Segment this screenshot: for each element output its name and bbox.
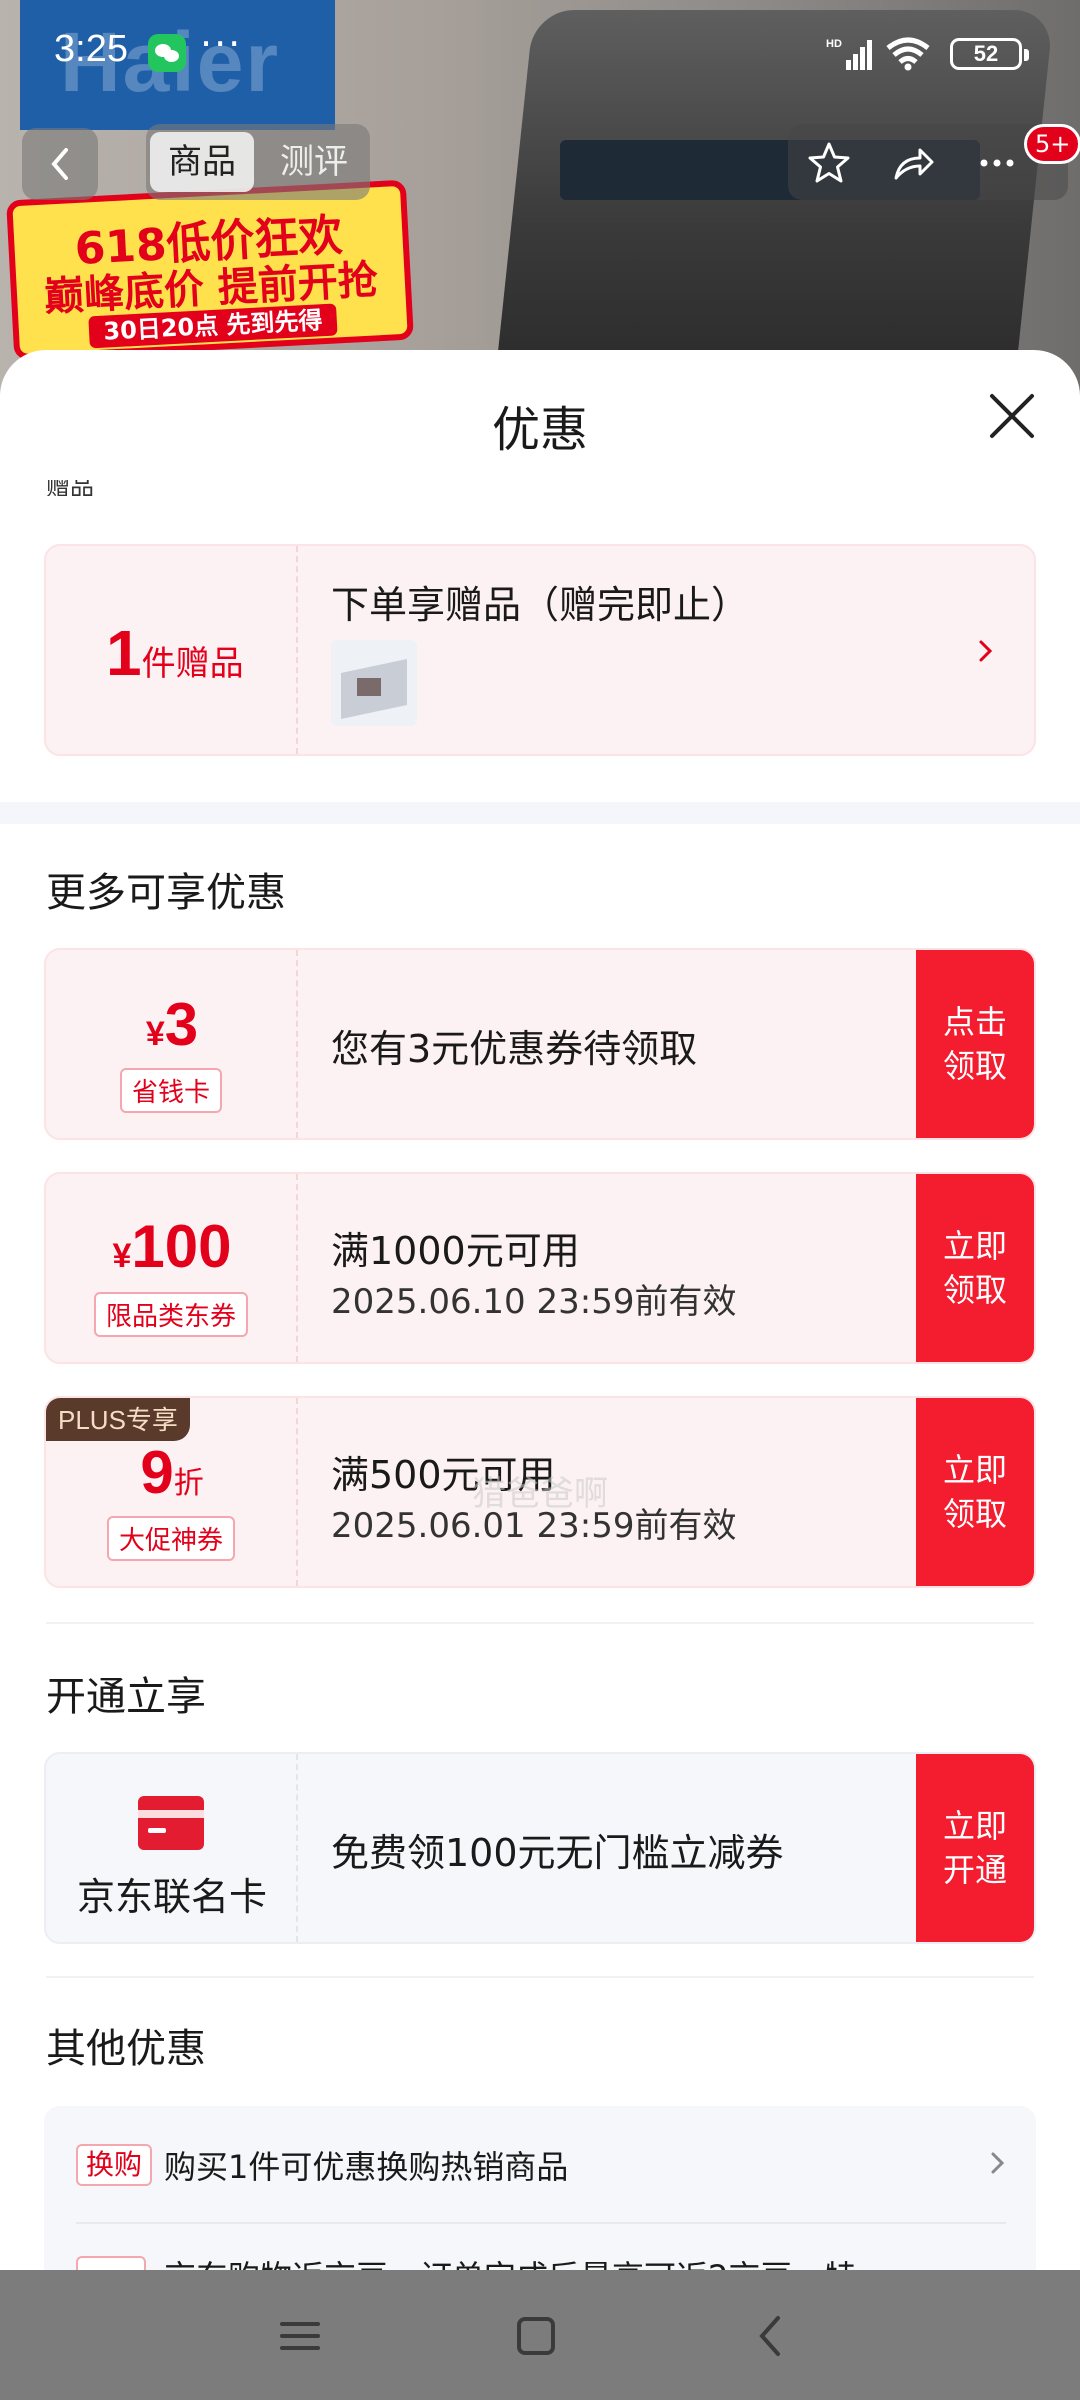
coupon-amount: ¥3 [145,991,199,1058]
gift-title: 下单享赠品（赠完即止） [331,583,750,627]
coupon-description: 您有3元优惠券待领取 [331,1027,698,1071]
wifi-icon [886,37,930,71]
battery-icon: 52 [950,38,1029,70]
jd-card-description: 免费领100元无门槛立减券 [331,1831,784,1875]
divider [46,1622,1034,1624]
chevron-right-icon [979,640,993,662]
more-offers-title: 更多可享优惠 [46,870,286,916]
jingdou-offer-text[interactable]: 京东购物返京豆，订单完成后最高可返2京豆，特 [164,2252,856,2270]
back-button[interactable] [22,128,98,200]
menu-icon[interactable] [270,2306,330,2366]
more-icon[interactable] [972,138,1022,188]
plus-badge: PLUS专享 [46,1398,190,1441]
coupon-amount: ¥100 [112,1213,232,1280]
wechat-notification-icon [148,34,186,72]
gift-count-number: 1 [106,617,142,689]
system-navigation-bar [0,2270,1080,2400]
sheet-title: 优惠 [491,402,588,458]
coupon-left: ¥100 限品类东券 [46,1174,298,1362]
back-icon[interactable] [742,2306,802,2366]
product-tabs: 商品 测评 [146,124,370,200]
jd-card-label: 京东联名卡 [76,1875,267,1919]
credit-card-icon [138,1796,204,1850]
exchange-tag: 换购 [76,2144,153,2186]
coupon-expiry: 2025.06.10 23:59前有效 [331,1282,737,1322]
claim-button[interactable]: 立即 领取 [916,1174,1034,1362]
message-badge: 5+ [1024,124,1080,164]
exchange-offer-text[interactable]: 购买1件可优惠换购热销商品 [164,2142,568,2188]
jd-card-left: 京东联名卡 [46,1754,298,1942]
close-icon[interactable] [982,386,1042,446]
signal-icon: HD [826,38,872,70]
coupon-tag: 大促神券 [106,1516,236,1561]
status-time: 3:25 [54,28,128,70]
svg-text:HD: HD [826,38,842,50]
other-offers-list: 换购 购买1件可优惠换购热销商品 京东购物返京豆，订单完成后最高可返2京豆，特 [44,2106,1036,2270]
share-icon[interactable] [888,138,938,188]
promo-banner: 618低价狂欢 巅峰底价 提前开抢 30日20点 先到先得 [6,179,414,361]
gift-thumbnail [331,640,417,726]
coupon-condition: 满1000元可用 [331,1229,580,1273]
other-offers-title: 其他优惠 [46,2026,206,2072]
watermark: 猎爸爸啊 [472,1474,608,1514]
gift-count-unit: 件赠品 [141,644,244,684]
coupon-left: ¥3 省钱卡 [46,950,298,1138]
coupon-tag: 省钱卡 [119,1068,223,1113]
gift-card[interactable]: 1件赠品 下单享赠品（赠完即止） [44,544,1036,756]
section-divider [0,802,1080,824]
tab-review[interactable]: 测评 [262,132,366,192]
gift-count: 1件赠品 [106,616,244,690]
open-card-button[interactable]: 立即 开通 [916,1754,1034,1942]
tab-product[interactable]: 商品 [150,132,254,192]
more-notifications-icon: ··· [200,22,243,66]
status-bar: 3:25 ··· HD 52 [0,0,1080,110]
jd-card-offer[interactable]: 京东联名卡 免费领100元无门槛立减券 立即 开通 [44,1752,1036,1944]
discount-sheet: 优惠 赠品 1件赠品 下单享赠品（赠完即止） 更多可享优惠 ¥3 省钱卡 您有3… [0,350,1080,2270]
open-section-title: 开通立享 [46,1674,206,1720]
jingdou-tag [76,2256,146,2270]
chevron-left-icon [51,148,68,180]
coupon-card[interactable]: ¥3 省钱卡 您有3元优惠券待领取 点击 领取 [44,948,1036,1140]
star-icon[interactable] [804,138,854,188]
coupon-card[interactable]: ¥100 限品类东券 满1000元可用 2025.06.10 23:59前有效 … [44,1172,1036,1364]
gift-section-label: 赠品 [46,480,94,496]
divider [46,1976,1034,1978]
chevron-right-icon[interactable] [988,2146,1008,2180]
coupon-tag: 限品类东券 [93,1292,249,1337]
gift-card-left: 1件赠品 [46,546,298,754]
claim-button[interactable]: 点击 领取 [916,950,1034,1138]
home-icon[interactable] [506,2306,566,2366]
divider [76,2222,1006,2224]
